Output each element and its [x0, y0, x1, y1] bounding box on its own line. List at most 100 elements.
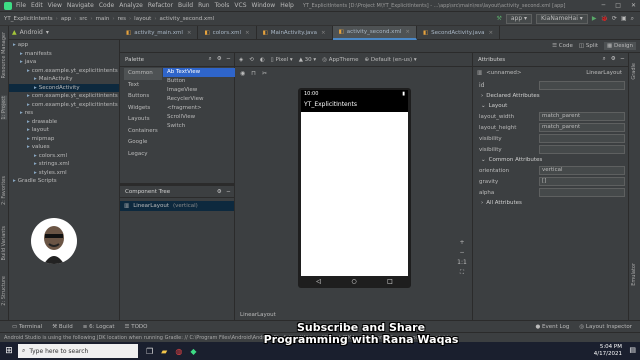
- todo-tab[interactable]: ☰ TODO: [125, 324, 148, 330]
- attribute-value-field[interactable]: match_parent: [539, 112, 625, 121]
- attribute-value-field[interactable]: [539, 145, 625, 154]
- layout-section[interactable]: ⌄ Layout: [473, 101, 640, 111]
- avd-manager-icon[interactable]: ▣: [621, 15, 627, 22]
- structure-tab[interactable]: 2: Structure: [1, 276, 7, 306]
- minimize-panel-icon[interactable]: ─: [227, 189, 230, 195]
- palette-item[interactable]: <fragment>: [163, 104, 235, 113]
- run-config-select[interactable]: app ▾: [505, 13, 533, 24]
- editor-tab[interactable]: ◧ MainActivity.java ×: [257, 25, 333, 40]
- build-tab[interactable]: ⚒ Build: [52, 324, 73, 330]
- project-tree-item[interactable]: ▸ colors.xml: [9, 152, 119, 161]
- phone-screen[interactable]: [301, 112, 408, 276]
- device-select[interactable]: ▯ Pixel ▾: [271, 57, 293, 63]
- palette-item[interactable]: Button: [163, 77, 235, 86]
- android-studio-taskbar-icon[interactable]: ◆: [190, 347, 196, 356]
- editor-tab[interactable]: ◧ colors.xml ×: [198, 25, 257, 40]
- breadcrumb-item[interactable]: app: [61, 16, 71, 22]
- gear-icon[interactable]: ⚙: [611, 56, 616, 63]
- breadcrumb-item[interactable]: res: [118, 16, 126, 22]
- menu-item-build[interactable]: Build: [178, 2, 193, 9]
- night-mode-icon[interactable]: ◐: [260, 57, 265, 63]
- breadcrumb-item[interactable]: layout: [134, 16, 151, 22]
- zoom-in-icon[interactable]: +: [456, 238, 468, 248]
- minimize-panel-icon[interactable]: ─: [227, 56, 230, 63]
- search-icon[interactable]: ⌕: [603, 56, 606, 63]
- sync-icon[interactable]: ⟳: [612, 15, 617, 22]
- search-icon[interactable]: ⌕: [631, 15, 634, 23]
- project-tree-item[interactable]: ▸ java: [9, 58, 119, 67]
- menu-item-analyze[interactable]: Analyze: [119, 2, 143, 9]
- menu-item-tools[interactable]: Tools: [215, 2, 230, 9]
- tree-node-linearlayout[interactable]: ▥ LinearLayout (vertical): [120, 201, 234, 211]
- design-view-button[interactable]: ▦ Design: [604, 42, 636, 50]
- eye-icon[interactable]: ◉: [240, 70, 245, 77]
- favorites-tab[interactable]: 2: Favorites: [1, 176, 7, 205]
- palette-category[interactable]: Text: [124, 80, 162, 92]
- debug-icon[interactable]: 🐞: [600, 15, 607, 22]
- emulator-tab[interactable]: Emulator: [631, 263, 637, 286]
- project-tree-item[interactable]: ▸ styles.xml: [9, 169, 119, 178]
- id-field[interactable]: [539, 80, 625, 90]
- menu-item-window[interactable]: Window: [252, 2, 276, 9]
- zoom-out-icon[interactable]: −: [456, 248, 468, 258]
- minimize-panel-icon[interactable]: ─: [621, 56, 624, 63]
- project-tree-item[interactable]: ▸ app: [9, 41, 119, 50]
- close-tab-icon[interactable]: ×: [245, 30, 250, 36]
- code-view-button[interactable]: ☰ Code: [552, 43, 573, 49]
- chevron-down-icon[interactable]: ▾: [46, 29, 49, 36]
- minimize-icon[interactable]: ─: [602, 2, 606, 9]
- notification-icon[interactable]: ▤: [629, 346, 636, 354]
- breadcrumb-item[interactable]: YT_ExplicitIntents: [4, 16, 53, 22]
- menu-item-refactor[interactable]: Refactor: [148, 2, 173, 9]
- attribute-value-field[interactable]: match_parent: [539, 123, 625, 132]
- maximize-icon[interactable]: □: [615, 2, 621, 9]
- palette-item[interactable]: ImageView: [163, 86, 235, 95]
- project-tree-item[interactable]: ▸ layout: [9, 126, 119, 135]
- rotate-icon[interactable]: ⟲: [249, 57, 254, 63]
- breadcrumb-item[interactable]: src: [79, 16, 87, 22]
- project-view-select[interactable]: Android: [20, 29, 43, 36]
- palette-category[interactable]: Common: [124, 68, 162, 80]
- palette-item[interactable]: Ab TextView: [163, 68, 235, 77]
- menu-item-code[interactable]: Code: [99, 2, 114, 9]
- attribute-value-field[interactable]: vertical: [539, 166, 625, 175]
- magnet-icon[interactable]: ⊓: [251, 70, 256, 77]
- gear-icon[interactable]: ⚙: [217, 56, 222, 63]
- project-tree-item[interactable]: ▸ drawable: [9, 118, 119, 127]
- taskbar-search[interactable]: ⌕ Type here to search: [18, 344, 138, 358]
- chrome-icon[interactable]: ◍: [175, 347, 182, 356]
- attribute-value-field[interactable]: []: [539, 177, 625, 186]
- menu-item-run[interactable]: Run: [198, 2, 210, 9]
- windows-start-icon[interactable]: ⊞: [0, 342, 18, 360]
- editor-tab[interactable]: ◧ activity_second.xml ×: [332, 25, 417, 40]
- palette-category[interactable]: Legacy: [124, 149, 162, 161]
- menu-item-navigate[interactable]: Navigate: [67, 2, 94, 9]
- common-attributes-section[interactable]: ⌄ Common Attributes: [473, 155, 640, 165]
- gradle-tab[interactable]: Gradle: [631, 63, 637, 80]
- menu-item-help[interactable]: Help: [280, 2, 294, 9]
- search-icon[interactable]: ⌕: [209, 56, 212, 63]
- palette-item[interactable]: Switch: [163, 122, 235, 131]
- gear-icon[interactable]: ⚙: [217, 189, 222, 195]
- breadcrumb-item[interactable]: activity_second.xml: [160, 16, 215, 22]
- project-tree-item[interactable]: ▸ com.example.yt_explicitintents: [9, 67, 119, 76]
- palette-category[interactable]: Widgets: [124, 103, 162, 115]
- project-tree-item[interactable]: ▸ manifests: [9, 50, 119, 59]
- build-variants-tab[interactable]: Build Variants: [1, 226, 7, 260]
- palette-category[interactable]: Containers: [124, 126, 162, 138]
- terminal-tab[interactable]: ▭ Terminal: [12, 324, 42, 330]
- device-select[interactable]: KiaNameHai ▾: [536, 13, 588, 24]
- attribute-value-field[interactable]: [539, 188, 625, 197]
- project-tree-item[interactable]: ▸ strings.xml: [9, 160, 119, 169]
- palette-category[interactable]: Layouts: [124, 114, 162, 126]
- close-tab-icon[interactable]: ×: [321, 30, 326, 36]
- run-icon[interactable]: ▶: [592, 15, 597, 22]
- palette-item[interactable]: RecyclerView: [163, 95, 235, 104]
- close-icon[interactable]: ✕: [631, 2, 636, 9]
- editor-tab[interactable]: ◧ activity_main.xml ×: [120, 25, 199, 40]
- close-tab-icon[interactable]: ×: [187, 30, 192, 36]
- project-tab[interactable]: 1: Project: [1, 96, 7, 120]
- all-attributes-section[interactable]: › All Attributes: [473, 198, 640, 208]
- menu-item-file[interactable]: File: [16, 2, 26, 9]
- zoom-actual-icon[interactable]: 1:1: [456, 258, 468, 268]
